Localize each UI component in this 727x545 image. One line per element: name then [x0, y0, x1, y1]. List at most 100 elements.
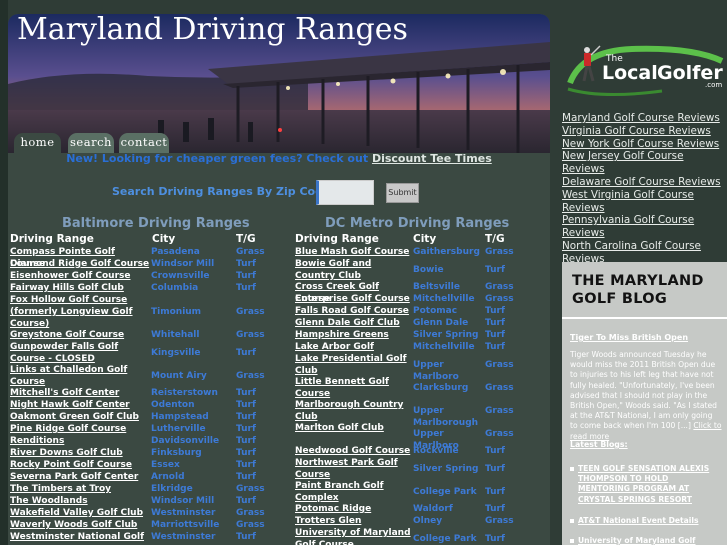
range-name-link[interactable]: Hampshire Greens: [295, 329, 413, 341]
latest-blog-link[interactable]: TEEN GOLF SENSATION ALEXIS THOMPSON TO H…: [578, 464, 722, 505]
range-name-link[interactable]: Rocky Point Golf Course: [10, 459, 150, 471]
range-surface: Turf: [236, 460, 256, 470]
review-link[interactable]: Virginia Golf Course Reviews: [562, 125, 727, 138]
range-city: Hampstead: [151, 412, 209, 422]
discount-tee-times-link[interactable]: Discount Tee Times: [372, 152, 492, 165]
col-header-city: City: [152, 233, 176, 245]
nav-search[interactable]: search: [68, 133, 114, 153]
range-name-link[interactable]: Needwood Golf Course: [295, 445, 413, 457]
range-name-link[interactable]: Wakefield Valley Golf Club: [10, 507, 150, 519]
range-city: Gaithersburg: [413, 247, 480, 257]
latest-blog-link[interactable]: AT&T National Event Details: [578, 516, 722, 526]
range-city: Mitchellville: [413, 342, 475, 352]
range-name-link[interactable]: Fairway Hills Golf Club: [10, 282, 150, 294]
range-city: Odenton: [151, 400, 195, 410]
range-city: Columbia: [151, 283, 199, 293]
blog-title: THE MARYLAND GOLF BLOG: [572, 273, 704, 307]
range-surface: Grass: [236, 330, 265, 340]
range-name-link[interactable]: Enterprise Golf Course: [295, 293, 413, 305]
range-surface: Turf: [485, 264, 505, 275]
range-name-link[interactable]: Oakmont Green Golf Club: [10, 411, 150, 423]
range-city: Davidsonville: [151, 436, 220, 446]
range-name-link[interactable]: Blue Mash Golf Course: [295, 246, 413, 258]
promo-banner: New! Looking for cheaper green fees? Che…: [8, 152, 550, 165]
col-header-city: City: [413, 233, 437, 245]
range-city: College Park: [413, 533, 477, 544]
range-surface: Grass: [236, 508, 265, 518]
range-name-link[interactable]: River Downs Golf Club: [10, 447, 150, 459]
range-name-link[interactable]: Little Bennett Golf Course: [295, 376, 413, 400]
range-surface: Turf: [485, 463, 505, 474]
range-surface: Grass: [485, 428, 514, 439]
range-name-link[interactable]: Mitchell's Golf Center: [10, 387, 150, 399]
the-local-golfer-logo[interactable]: The Local Golfer .com: [562, 43, 724, 99]
latest-blog-item: TEEN GOLF SENSATION ALEXIS THOMPSON TO H…: [570, 464, 722, 505]
blog-post-title-link[interactable]: Tiger To Miss British Open: [570, 333, 688, 342]
range-name-link[interactable]: Falls Road Golf Course: [295, 305, 413, 317]
review-link[interactable]: New York Golf Course Reviews: [562, 138, 727, 151]
range-name-link[interactable]: Fox Hollow Golf Course (formerly Longvie…: [10, 294, 150, 330]
latest-blog-link[interactable]: University of Maryland Golf Course...: [578, 536, 722, 545]
range-name-link[interactable]: Links at Challedon Golf Course: [10, 364, 150, 388]
range-surface: Turf: [236, 388, 256, 398]
range-city: Reisterstown: [151, 388, 218, 398]
header-banner: Maryland Driving Ranges home search cont…: [8, 14, 550, 153]
latest-blog-item: University of Maryland Golf Course...: [570, 536, 722, 545]
range-city: Windsor Mill: [151, 259, 215, 269]
range-city: Pasadena: [151, 247, 200, 257]
range-city: Silver Spring: [413, 463, 479, 474]
range-name-link[interactable]: The Timbers at Troy: [10, 483, 150, 495]
review-link[interactable]: Maryland Golf Course Reviews: [562, 112, 727, 125]
range-name-link[interactable]: Marlborough Country Club: [295, 399, 413, 423]
range-name-link[interactable]: Marlton Golf Club: [295, 422, 413, 434]
range-city: Glenn Dale: [413, 318, 469, 328]
range-surface: Turf: [485, 504, 505, 514]
range-city: Westminster: [151, 532, 216, 542]
range-name-link[interactable]: Severna Park Golf Center: [10, 471, 150, 483]
latest-blog-item: AT&T National Event Details: [570, 516, 722, 526]
range-surface: Grass: [485, 516, 514, 526]
range-city: Waldorf: [413, 504, 453, 514]
range-city: Potomac: [413, 306, 458, 316]
range-name-link[interactable]: Eisenhower Golf Course: [10, 270, 150, 282]
range-surface: Turf: [485, 446, 505, 456]
range-city: Arnold: [151, 472, 185, 482]
range-name-link[interactable]: Glenn Dale Golf Club: [295, 317, 413, 329]
range-name-link[interactable]: Greystone Golf Course: [10, 329, 150, 341]
nav-home[interactable]: home: [14, 133, 61, 153]
range-city: Essex: [151, 460, 180, 470]
range-name-link[interactable]: Northwest Park Golf Course: [295, 457, 413, 481]
range-name-link[interactable]: Potomac Ridge: [295, 503, 413, 515]
range-name-link[interactable]: Westminster National Golf: [10, 531, 150, 543]
range-name-link[interactable]: Paint Branch Golf Complex: [295, 480, 413, 504]
latest-blogs-label: Latest Blogs:: [570, 440, 628, 449]
range-name-link[interactable]: The Woodlands: [10, 495, 150, 507]
range-city: Rockville: [413, 446, 459, 456]
review-link[interactable]: Delaware Golf Course Reviews: [562, 176, 727, 189]
range-name-link[interactable]: University of Maryland Golf Course: [295, 527, 413, 545]
review-link[interactable]: New Jersey Golf Course Reviews: [562, 150, 727, 176]
range-city: Windsor Mill: [151, 496, 215, 506]
main-content: Maryland Driving Ranges home search cont…: [8, 14, 550, 545]
range-name-link[interactable]: Waverly Woods Golf Club: [10, 519, 150, 531]
range-surface: Turf: [236, 496, 256, 506]
page: Maryland Driving Ranges home search cont…: [0, 0, 727, 545]
range-name-link[interactable]: Lake Arbor Golf: [295, 341, 413, 353]
zip-code-input[interactable]: [316, 180, 374, 205]
range-name-link[interactable]: Trotters Glen: [295, 515, 413, 527]
range-name-link[interactable]: Pine Ridge Golf Course Renditions: [10, 423, 150, 447]
blog-post-excerpt: Tiger Woods announced Tuesday he would m…: [570, 350, 722, 442]
review-link[interactable]: Pennsylvania Golf Course Reviews: [562, 214, 727, 240]
range-name-link[interactable]: Diamond Ridge Golf Course: [10, 258, 150, 270]
range-name-link[interactable]: Lake Presidential Golf Club: [295, 353, 413, 377]
submit-button[interactable]: Submit: [386, 183, 419, 203]
baltimore-heading: Baltimore Driving Ranges: [62, 216, 250, 231]
range-name-link[interactable]: Bowie Golf and Country Club: [295, 258, 413, 282]
range-surface: Turf: [485, 533, 505, 544]
review-link[interactable]: West Virginia Golf Course Reviews: [562, 189, 727, 215]
range-name-link[interactable]: Night Hawk Golf Center: [10, 399, 150, 411]
range-surface: Turf: [485, 342, 505, 352]
range-name-link[interactable]: Gunpowder Falls Golf Course - CLOSED: [10, 341, 150, 365]
nav-contact[interactable]: contact: [119, 133, 169, 153]
range-city: Bowie: [413, 264, 444, 275]
